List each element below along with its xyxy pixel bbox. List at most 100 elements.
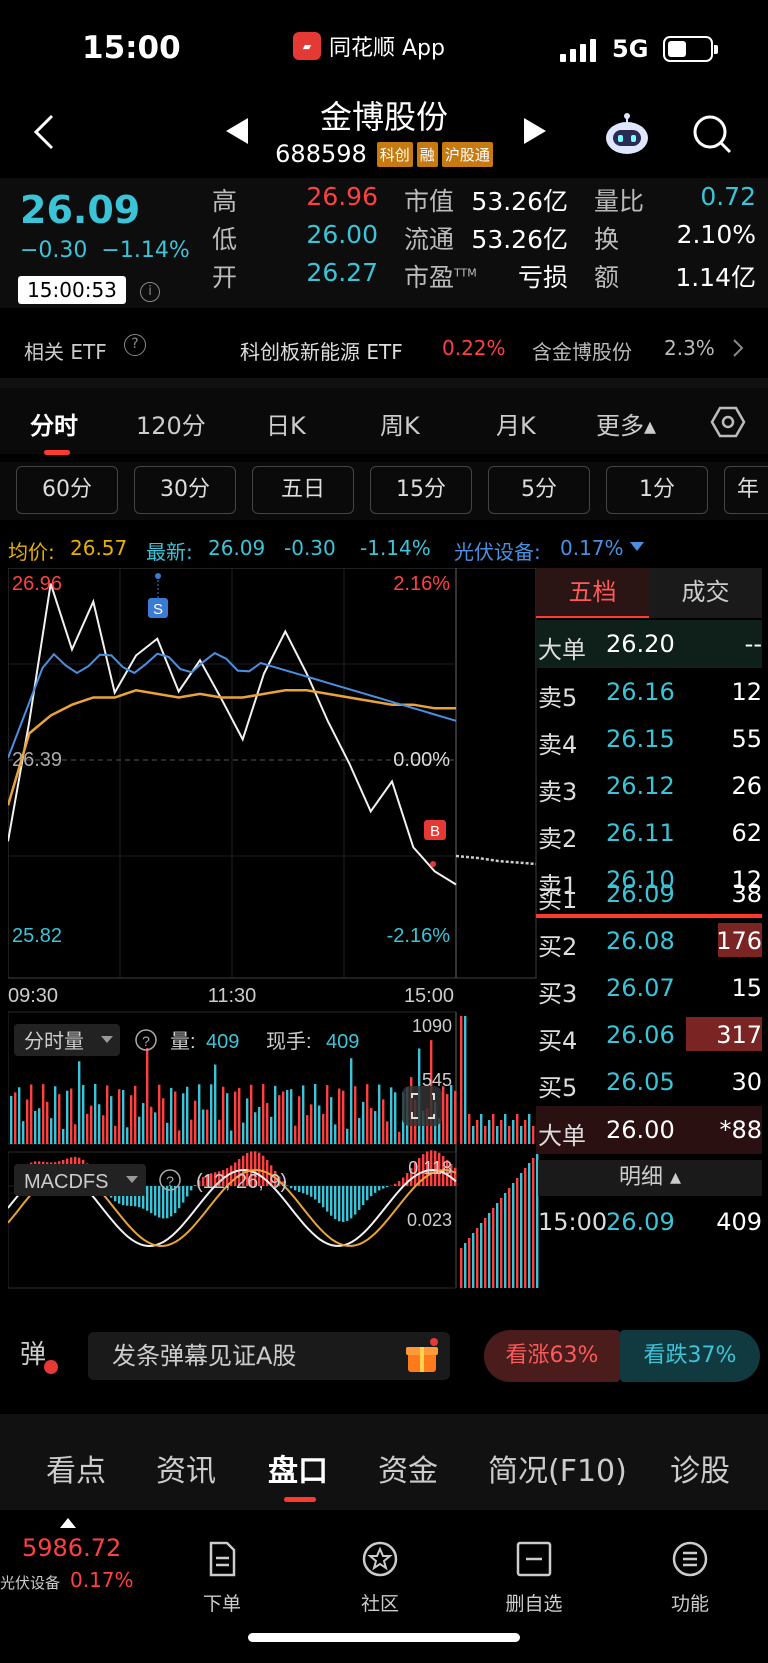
danmaku-bar: 弹 发条弹幕见证A股 看涨63% 看跌37%: [0, 1322, 768, 1392]
chart-tabs: 分时 120分 日K 周K 月K 更多▴: [0, 388, 768, 454]
bullish-button[interactable]: 看涨63%: [484, 1330, 620, 1382]
danmaku-input[interactable]: 发条弹幕见证A股: [88, 1332, 450, 1380]
related-etf-row[interactable]: 相关 ETF ? 科创板新能源 ETF 0.22% 含金博股份 2.3%: [0, 318, 768, 378]
tab-intraday[interactable]: 分时: [30, 406, 78, 441]
tab-monthly[interactable]: 月K: [496, 406, 536, 441]
period-1min[interactable]: 1分: [606, 466, 708, 514]
caret-down-icon[interactable]: [630, 542, 644, 552]
main-chart-frame: [8, 568, 537, 979]
info-icon[interactable]: i: [140, 282, 160, 302]
field-label-low: 低: [212, 225, 238, 254]
volume-bar: [354, 1086, 357, 1144]
volume-bar: [488, 1120, 491, 1144]
tab-trades[interactable]: 成交: [649, 568, 762, 618]
gift-icon[interactable]: [404, 1338, 440, 1374]
period-15min[interactable]: 15分: [370, 466, 472, 514]
bid-row-2[interactable]: 买2 26.08 176: [536, 917, 762, 965]
volume-bar: [484, 1126, 487, 1144]
volume-bar: [442, 1086, 445, 1144]
tab-five-levels[interactable]: 五档: [536, 568, 649, 618]
tab-news[interactable]: 资讯: [156, 1446, 216, 1490]
volume-bar: [262, 1084, 265, 1144]
period-60min[interactable]: 60分: [16, 466, 118, 514]
volume-bar: [480, 1114, 483, 1144]
search-icon[interactable]: [690, 112, 734, 156]
period-30min[interactable]: 30分: [134, 466, 236, 514]
macd-bar: [166, 1186, 169, 1219]
macd-bar: [358, 1186, 361, 1210]
nav-community[interactable]: 社区: [330, 1540, 430, 1616]
ask-row-4[interactable]: 卖2 26.11 62: [536, 809, 762, 857]
stock-code-row: 688598 科创 融 沪股通: [0, 140, 768, 168]
tag-connect: 沪股通: [441, 141, 493, 167]
sector-label[interactable]: 光伏设备:: [454, 536, 541, 565]
time-label-start: 09:30: [8, 985, 58, 1007]
macd-bar: [342, 1186, 345, 1222]
bearish-button[interactable]: 看跌37%: [620, 1330, 760, 1382]
macd-bar: [182, 1186, 185, 1203]
volume-bar: [326, 1085, 329, 1144]
ask-row-2[interactable]: 卖4 26.15 55: [536, 715, 762, 763]
nav-order[interactable]: 下单: [172, 1540, 272, 1616]
volume-bar: [86, 1113, 89, 1144]
hand-label: 现手:: [266, 1030, 312, 1053]
macd-top: 0.118: [408, 1158, 452, 1178]
volume-bar: [330, 1097, 333, 1144]
bid-row-5[interactable]: 买5 26.05 30: [536, 1058, 762, 1106]
volume-bar: [358, 1118, 361, 1144]
nav-remove-watchlist[interactable]: 删自选: [484, 1540, 584, 1616]
volume-bar: [218, 1119, 221, 1144]
period-year[interactable]: 年: [724, 466, 768, 514]
volume-bar: [58, 1094, 61, 1144]
help-icon[interactable]: ?: [124, 334, 146, 356]
period-5day[interactable]: 五日: [252, 466, 354, 514]
volume-bar: [446, 1094, 449, 1144]
next-stock-icon[interactable]: [524, 118, 546, 144]
bid-row-3[interactable]: 买3 26.07 15: [536, 964, 762, 1012]
fullscreen-icon[interactable]: [402, 1086, 442, 1126]
big-buy-row: 大单 26.00 *88: [536, 1106, 762, 1154]
tab-funds[interactable]: 资金: [378, 1446, 438, 1490]
nav-functions[interactable]: 功能: [640, 1540, 740, 1616]
volume-bar: [34, 1110, 37, 1144]
macd-bar: [516, 1178, 519, 1288]
volume-bar: [146, 1048, 149, 1144]
macd-bar: [310, 1186, 313, 1197]
tab-weekly[interactable]: 周K: [380, 406, 420, 441]
macd-after-bars: [460, 1153, 539, 1288]
tab-more[interactable]: 更多▴: [596, 406, 656, 441]
danmaku-icon[interactable]: 弹: [20, 1334, 46, 1371]
period-5min[interactable]: 5分: [488, 466, 590, 514]
ask-row-3[interactable]: 卖3 26.12 26: [536, 762, 762, 810]
macd-bar: [298, 1186, 301, 1192]
axis-top-price: 26.96: [12, 573, 62, 595]
detail-toggle[interactable]: 明细 ▴: [538, 1160, 762, 1196]
tab-highlights[interactable]: 看点: [46, 1446, 106, 1490]
volume-bar: [258, 1106, 261, 1144]
tab-diagnosis[interactable]: 诊股: [670, 1446, 730, 1490]
field-turnover: 2.10%: [676, 220, 756, 249]
macd-bar: [492, 1208, 495, 1288]
volume-bar: [18, 1087, 21, 1144]
robot-assistant-icon[interactable]: [603, 112, 651, 156]
avg-label: 均价:: [8, 540, 55, 564]
settings-icon[interactable]: [710, 404, 746, 440]
index-value[interactable]: 5986.72: [22, 1534, 121, 1562]
volume-bar: [202, 1109, 205, 1144]
tab-daily[interactable]: 日K: [266, 406, 306, 441]
tab-orderbook[interactable]: 盘口: [268, 1446, 328, 1490]
macd-bar: [386, 1186, 389, 1188]
volume-bar: [190, 1119, 193, 1144]
tab-profile[interactable]: 简况(F10): [488, 1446, 627, 1490]
status-bar: 15:00 ▰ 同花顺 App 5G: [0, 0, 768, 90]
bid-row-4[interactable]: 买4 26.06 317: [536, 1011, 762, 1059]
app-badge[interactable]: ▰ 同花顺 App: [293, 30, 445, 62]
etf-name[interactable]: 科创板新能源 ETF: [240, 336, 403, 365]
volume-bar: [54, 1086, 57, 1144]
tab-120min[interactable]: 120分: [136, 406, 206, 441]
bid-row-1[interactable]: 买1 26.09 38: [536, 870, 762, 918]
home-indicator: [248, 1633, 520, 1642]
volume-bar: [346, 1128, 349, 1144]
ask-row-1[interactable]: 卖5 26.16 12: [536, 668, 762, 716]
macd-bar: [354, 1186, 357, 1215]
